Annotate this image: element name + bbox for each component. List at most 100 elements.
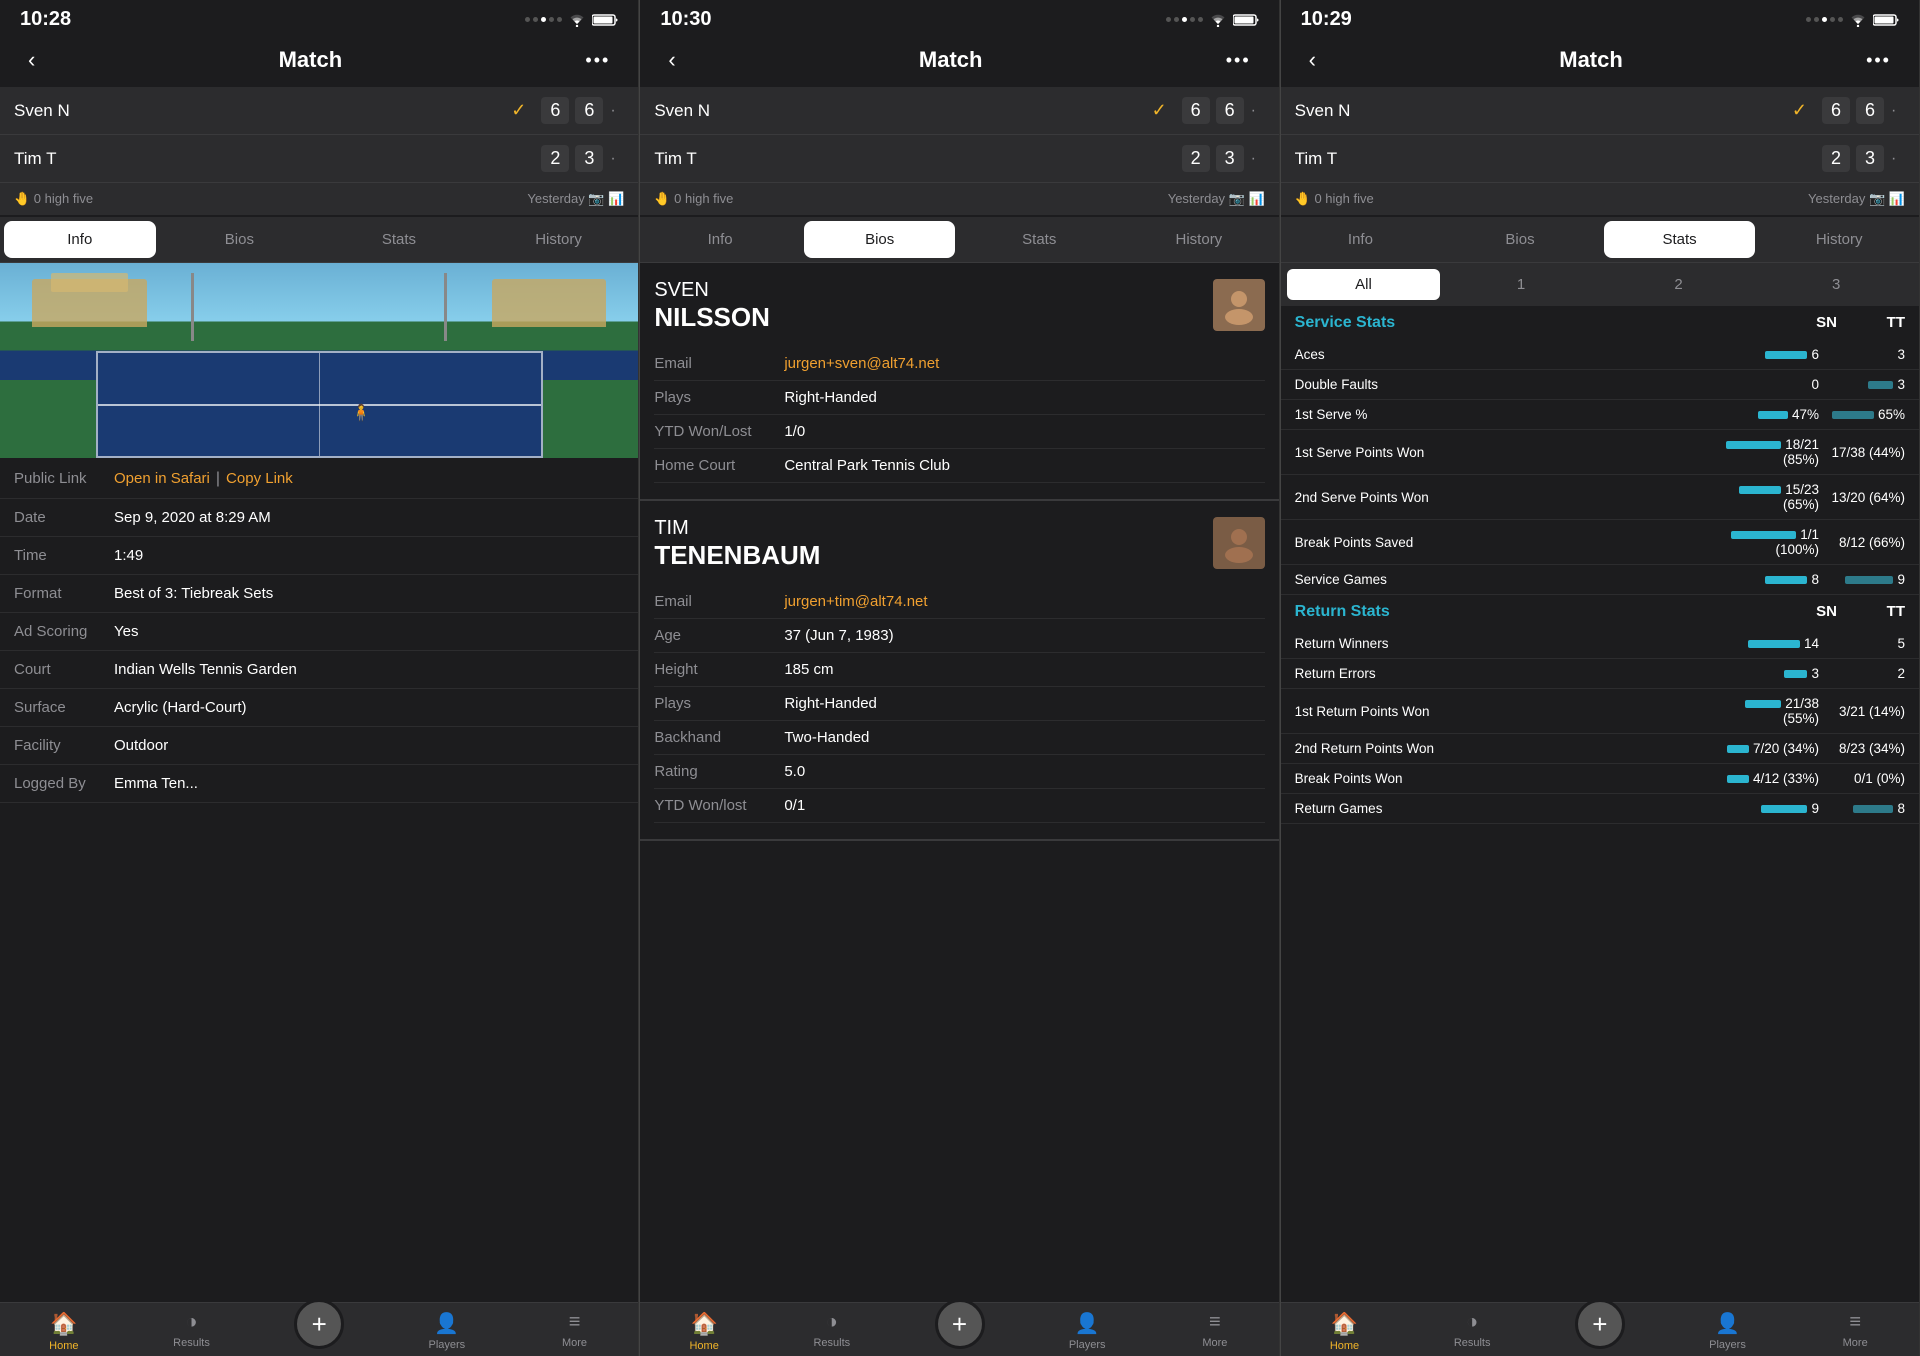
rg-label: Return Games [1295,801,1725,816]
tab-history-3[interactable]: History [1763,221,1915,258]
tab-stats-3[interactable]: Stats [1604,221,1756,258]
results-icon-1: ◑ [185,1311,197,1334]
email-label-p1: Email [654,355,784,372]
tab-info-2[interactable]: Info [644,221,796,258]
copy-link[interactable]: Copy Link [226,470,293,487]
more-button-3[interactable]: ••• [1858,46,1899,75]
bottom-home-3[interactable]: 🏠 Home [1281,1311,1409,1352]
tab-info-3[interactable]: Info [1285,221,1437,258]
bottom-add-2[interactable]: + [896,1311,1024,1352]
bottom-players-2[interactable]: 👤 Players [1023,1311,1151,1352]
results-label-1: Results [173,1337,210,1349]
tab-history-1[interactable]: History [483,221,635,258]
bio-rating-p2: Rating 5.0 [654,755,1264,789]
more-icon-2: ≡ [1209,1311,1221,1334]
plays-label-p1: Plays [654,389,784,406]
screen-1: 10:28 [0,0,639,1356]
public-link-label: Public Link [14,470,114,487]
age-value-p2: 37 (Jun 7, 1983) [784,627,893,644]
email-label-p2: Email [654,593,784,610]
bps-label: Break Points Saved [1295,535,1725,550]
add-button-3[interactable]: + [1575,1299,1625,1349]
tab-bios-3[interactable]: Bios [1444,221,1596,258]
bottom-home-1[interactable]: 🏠 Home [0,1311,128,1352]
more-label-3: More [1843,1337,1868,1349]
add-button-2[interactable]: + [935,1299,985,1349]
stats-tab-2[interactable]: 2 [1602,269,1756,300]
home-label-2: Home [689,1340,718,1352]
bottom-results-2[interactable]: ◑ Results [768,1311,896,1352]
plays-value-p2: Right-Handed [784,695,877,712]
dot1-3 [1806,17,1811,22]
df-tt: 3 [1825,377,1905,392]
p2-last-name: TENENBAUM [654,540,820,571]
content-info-1: 🧍 Public Link Open in Safari | Copy Link… [0,263,638,1302]
back-button-1[interactable]: ‹ [20,43,43,77]
2spw-tt: 13/20 (64%) [1825,490,1905,505]
set1-p2-3: 2 [1822,145,1850,172]
email-value-p1[interactable]: jurgen+sven@alt74.net [784,355,939,372]
loggedby-value: Emma Ten... [114,775,198,792]
player2-name-1: Tim T [14,149,511,169]
bottom-results-3[interactable]: ◑ Results [1408,1311,1536,1352]
tab-bios-2[interactable]: Bios [804,221,956,258]
email-value-p2[interactable]: jurgen+tim@alt74.net [784,593,927,610]
tab-history-2[interactable]: History [1123,221,1275,258]
stat-bps: Break Points Saved 1/1 (100%) 8/12 (66%) [1281,520,1919,565]
avatar-img-p2 [1213,517,1265,569]
bottom-players-1[interactable]: 👤 Players [383,1311,511,1352]
1sp-sn: 47% [1725,407,1825,422]
bottom-add-3[interactable]: + [1536,1311,1664,1352]
more-button-1[interactable]: ••• [577,46,618,75]
stats-tab-all[interactable]: All [1287,269,1441,300]
back-button-3[interactable]: ‹ [1301,43,1324,77]
bio-avatar-p2 [1213,517,1265,569]
more-button-2[interactable]: ••• [1218,46,1259,75]
bottom-home-2[interactable]: 🏠 Home [640,1311,768,1352]
set1-p2-1: 2 [541,145,569,172]
set2-p1-1: 6 [575,97,603,124]
bottom-results-1[interactable]: ◑ Results [128,1311,256,1352]
bottom-players-3[interactable]: 👤 Players [1664,1311,1792,1352]
surface-label: Surface [14,699,114,716]
set2-p1-3: 6 [1856,97,1884,124]
tab-stats-1[interactable]: Stats [323,221,475,258]
sg-tt: 9 [1825,572,1905,587]
aces-tt: 3 [1825,347,1905,362]
signal-dots-3 [1806,17,1843,22]
stats-tab-1[interactable]: 1 [1444,269,1598,300]
1spw-tt: 17/38 (44%) [1825,445,1905,460]
results-label-2: Results [813,1337,850,1349]
back-button-2[interactable]: ‹ [660,43,683,77]
add-button-1[interactable]: + [294,1299,344,1349]
tab-stats-2[interactable]: Stats [963,221,1115,258]
aces-sn: 6 [1725,347,1825,362]
bottom-more-3[interactable]: ≡ More [1791,1311,1919,1352]
stats-tab-3[interactable]: 3 [1759,269,1913,300]
score-row-p1-3: Sven N ✓ 6 6 · [1281,87,1919,135]
high-five-3: 🤚 0 high five [1295,191,1374,207]
bio-header-p2: TIM TENENBAUM [654,517,1264,571]
homecourt-label-p1: Home Court [654,457,784,474]
sg-sn: 8 [1725,572,1825,587]
bottom-more-1[interactable]: ≡ More [511,1311,639,1352]
home-icon-1: 🏠 [50,1311,77,1337]
bottom-more-2[interactable]: ≡ More [1151,1311,1279,1352]
match-meta-2: 🤚 0 high five Yesterday 📷 📊 [640,183,1278,215]
tab-bios-1[interactable]: Bios [164,221,316,258]
return-stats-header: Return Stats SN TT [1281,595,1919,629]
tab-info-1[interactable]: Info [4,221,156,258]
more-icon-3: ≡ [1849,1311,1861,1334]
facility-value: Outdoor [114,737,168,754]
status-bar-3: 10:29 [1281,0,1919,35]
1rpw-label: 1st Return Points Won [1295,704,1725,719]
dot5-2 [1198,17,1203,22]
signal-dots-1 [525,17,562,22]
court-row: Court Indian Wells Tennis Garden [0,651,638,689]
open-safari-link[interactable]: Open in Safari [114,470,210,487]
content-stats-3: Service Stats SN TT Aces 6 3 Double Faul… [1281,306,1919,1302]
screen-2: 10:30 [640,0,1279,1356]
ytd-value-p2: 0/1 [784,797,805,814]
court-value: Indian Wells Tennis Garden [114,661,297,678]
bottom-add-1[interactable]: + [255,1311,383,1352]
